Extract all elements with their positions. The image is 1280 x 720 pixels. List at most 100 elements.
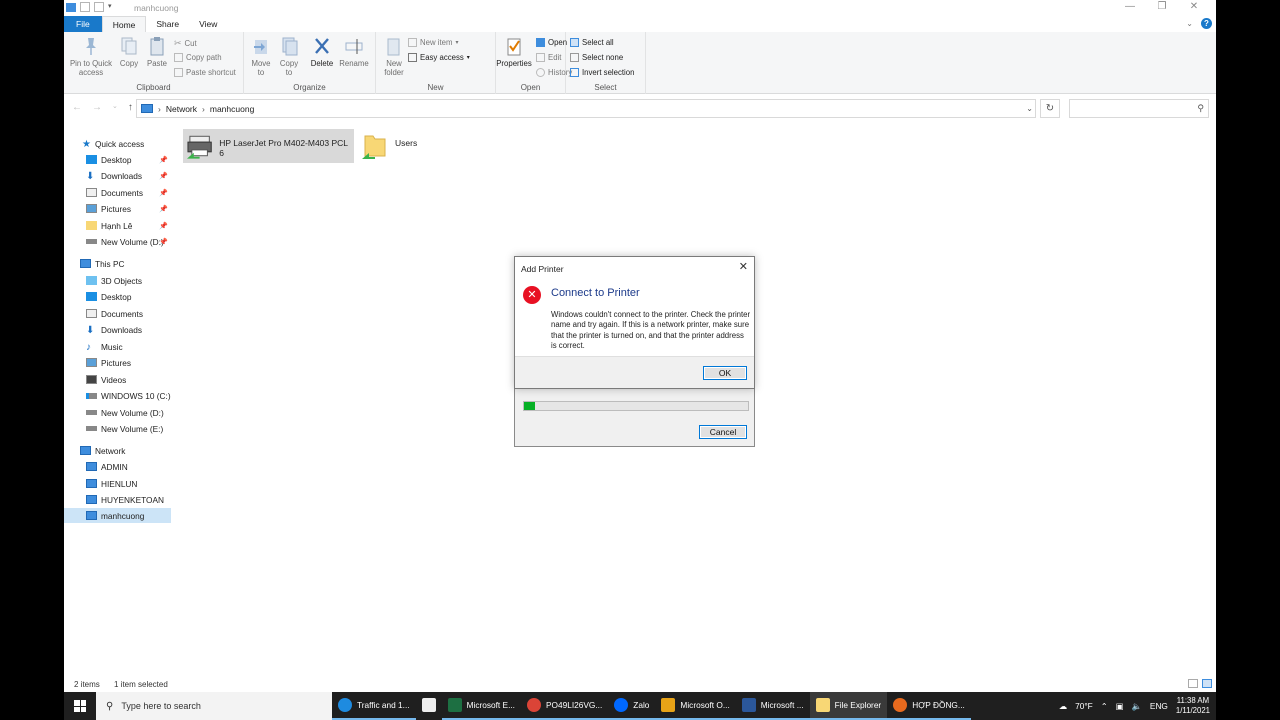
nav-pc-item[interactable]: Documents <box>64 306 171 321</box>
taskbar-item-edge[interactable]: Traffic and 1... <box>332 692 416 720</box>
tab-share[interactable]: Share <box>146 16 189 32</box>
restore-button[interactable]: ❐ <box>1146 0 1178 16</box>
copy-path-button[interactable]: Copy path <box>174 53 222 62</box>
ribbon: Pin to Quick access Copy Paste ✂ Cut Copy… <box>64 32 1216 94</box>
close-icon[interactable]: ✕ <box>739 260 748 273</box>
minimize-button[interactable]: — <box>1114 0 1146 16</box>
taskbar-item-app[interactable] <box>416 692 442 720</box>
taskbar-item-file-explorer[interactable]: File Explorer <box>809 692 888 720</box>
nav-pc-item[interactable]: WINDOWS 10 (C:) <box>64 388 171 403</box>
new-folder-qat-icon[interactable] <box>94 2 104 12</box>
delete-button[interactable]: Delete <box>308 36 336 68</box>
copy-to-button[interactable]: Copy to <box>278 36 300 77</box>
weather-temp[interactable]: 70°F <box>1075 701 1093 711</box>
breadcrumb-manhcuong[interactable]: manhcuong <box>210 104 254 114</box>
nav-network[interactable]: Network <box>64 443 171 458</box>
up-arrow-icon[interactable]: ↑ <box>128 102 133 113</box>
new-item-button[interactable]: New item ▾ <box>408 38 459 47</box>
large-icons-view-icon[interactable] <box>1202 679 1212 688</box>
copy-button[interactable]: Copy <box>116 36 142 68</box>
clock[interactable]: 11:38 AM 1/11/2021 <box>1176 696 1210 716</box>
nav-quick-item[interactable]: Hạnh Lê 📌 <box>64 218 171 233</box>
taskbar-item-outlook[interactable]: Microsoft O... <box>655 692 736 720</box>
nav-network-item-selected[interactable]: manhcuong <box>64 508 171 523</box>
ok-button[interactable]: OK <box>703 366 747 380</box>
nav-this-pc[interactable]: This PC <box>64 256 171 271</box>
tab-file[interactable]: File <box>64 16 102 32</box>
show-hidden-icons-icon[interactable]: ⌃ <box>1101 701 1108 711</box>
tab-home[interactable]: Home <box>101 16 147 32</box>
address-dropdown-icon[interactable]: ⌄ <box>1026 104 1033 113</box>
nav-pc-item[interactable]: New Volume (E:) <box>64 421 171 436</box>
new-folder-button[interactable]: New folder <box>380 36 408 77</box>
edit-button[interactable]: Edit <box>536 53 561 62</box>
taskbar-item-excel[interactable]: Microsoft E... <box>441 692 521 720</box>
taskbar-search-input[interactable]: ⚲ Type here to search <box>96 692 332 720</box>
file-name: Users <box>395 138 418 148</box>
nav-quick-item[interactable]: ⬇ Downloads 📌 <box>64 168 171 183</box>
nav-pc-item[interactable]: New Volume (D:) <box>64 405 171 420</box>
invert-selection-button[interactable]: Invert selection <box>570 68 634 77</box>
nav-network-item[interactable]: HIENLUN <box>64 476 171 491</box>
new-folder-icon <box>387 38 400 56</box>
weather-icon[interactable]: ☁ <box>1059 701 1067 711</box>
help-icon[interactable]: ? <box>1201 18 1212 29</box>
address-bar[interactable]: › Network › manhcuong ⌄ <box>136 99 1036 118</box>
select-all-button[interactable]: Select all <box>570 38 614 47</box>
open-icon <box>536 38 545 47</box>
nav-quick-item[interactable]: Documents 📌 <box>64 185 171 200</box>
pin-quick-access-button[interactable]: Pin to Quick access <box>68 36 114 77</box>
select-none-button[interactable]: Select none <box>570 53 623 62</box>
refresh-icon[interactable]: ↻ <box>1040 99 1060 118</box>
properties-button[interactable]: Properties <box>496 36 532 68</box>
move-to-button[interactable]: Move to <box>250 36 272 77</box>
nav-quick-item[interactable]: Pictures 📌 <box>64 201 171 216</box>
downloads-icon: ⬇ <box>86 325 95 336</box>
breadcrumb-network[interactable]: Network <box>166 104 197 114</box>
nav-pc-item[interactable]: ♪ Music <box>64 339 171 354</box>
easy-access-button[interactable]: Easy access ▾ <box>408 53 470 62</box>
nav-quick-item[interactable]: Desktop 📌 <box>64 152 171 167</box>
cancel-button[interactable]: Cancel <box>699 425 747 439</box>
search-icon: ⚲ <box>106 700 114 712</box>
drive-icon <box>86 426 97 431</box>
properties-qat-icon[interactable] <box>80 2 90 12</box>
nav-pc-item[interactable]: Pictures <box>64 355 171 370</box>
search-input[interactable]: ⚲ <box>1069 99 1209 118</box>
recent-locations-icon[interactable]: ⌄ <box>112 102 118 113</box>
forward-arrow-icon[interactable]: → <box>92 102 102 113</box>
dialog-footer: OK <box>515 356 754 388</box>
file-item-users[interactable]: Users <box>358 129 448 163</box>
file-item-printer[interactable]: HP LaserJet Pro M402-M403 PCL 6 <box>183 129 354 163</box>
clipboard-group-label: Clipboard <box>136 83 171 92</box>
nav-quick-access[interactable]: ★ Quick access <box>64 136 171 151</box>
ribbon-collapse-icon[interactable]: ⌄ <box>1186 19 1193 28</box>
computer-icon <box>86 462 97 471</box>
cut-button[interactable]: ✂ Cut <box>174 38 197 49</box>
invert-selection-icon <box>570 68 579 77</box>
start-button[interactable] <box>64 692 96 720</box>
language-indicator[interactable]: ENG <box>1150 701 1168 711</box>
paste-shortcut-button[interactable]: Paste shortcut <box>174 68 236 77</box>
network-tray-icon[interactable]: ▣ <box>1116 701 1124 711</box>
file-name: HP LaserJet Pro M402-M403 PCL 6 <box>219 138 348 158</box>
nav-network-item[interactable]: ADMIN <box>64 459 171 474</box>
taskbar-item-document[interactable]: HỢP ĐỒNG... <box>887 692 971 720</box>
tab-view[interactable]: View <box>189 16 227 32</box>
customize-qat-icon[interactable]: ▾ <box>108 2 114 12</box>
nav-quick-item[interactable]: New Volume (D:) 📌 <box>64 234 171 249</box>
paste-button[interactable]: Paste <box>144 36 170 68</box>
nav-pc-item[interactable]: ⬇ Downloads <box>64 322 171 337</box>
taskbar-item-zalo[interactable]: Zalo <box>608 692 656 720</box>
nav-pc-item[interactable]: Videos <box>64 372 171 387</box>
taskbar-item-word[interactable]: Microsoft ... <box>735 692 810 720</box>
volume-icon[interactable]: 🔈 <box>1132 701 1142 712</box>
nav-pc-item[interactable]: Desktop <box>64 289 171 304</box>
nav-pc-item[interactable]: 3D Objects <box>64 273 171 288</box>
rename-button[interactable]: Rename <box>338 36 370 68</box>
close-button[interactable]: ✕ <box>1178 0 1210 16</box>
back-arrow-icon[interactable]: ← <box>72 102 82 113</box>
nav-network-item[interactable]: HUYENKETOAN <box>64 492 171 507</box>
details-view-icon[interactable] <box>1188 679 1198 688</box>
taskbar-item-chrome[interactable]: PO49LI26VG... <box>521 692 609 720</box>
